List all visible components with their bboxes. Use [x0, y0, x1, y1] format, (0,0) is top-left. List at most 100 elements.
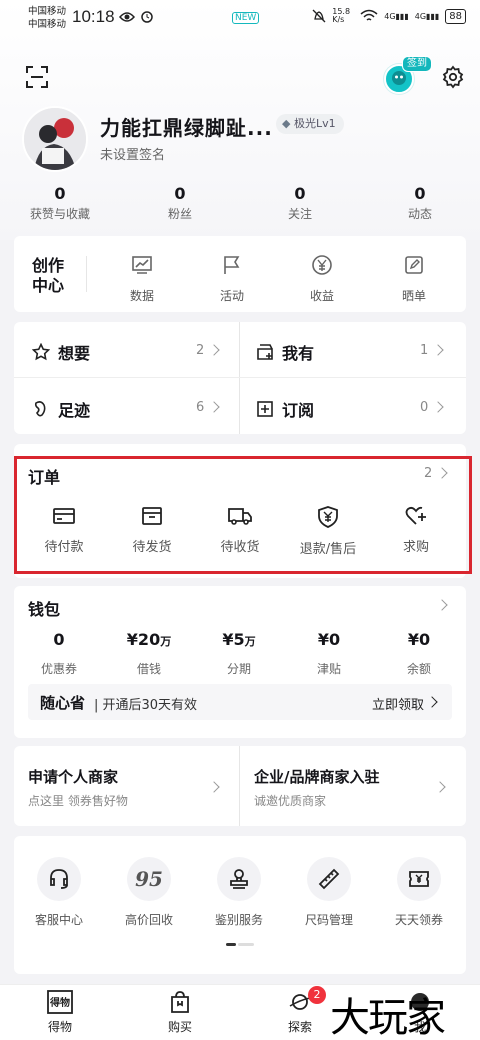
- service-icon-wrap: [37, 857, 81, 901]
- have-item[interactable]: 我有: [256, 340, 314, 364]
- signature[interactable]: 未设置签名: [100, 144, 165, 163]
- footprint-item[interactable]: 足迹: [32, 397, 90, 421]
- tab-label: 得物: [47, 1020, 72, 1034]
- service-daily-coupons[interactable]: 天天领券: [384, 857, 454, 928]
- level-label: 极光Lv1: [293, 117, 336, 130]
- new-tag: NEW: [232, 12, 260, 24]
- service-label: 鉴别服务: [214, 913, 263, 927]
- service-recycle[interactable]: 95 高价回收: [114, 857, 184, 928]
- wallet-label: 余额: [406, 662, 431, 676]
- want-item[interactable]: 想要: [32, 340, 90, 364]
- wallet-unit: 万: [160, 635, 172, 648]
- stat-value: 0: [294, 184, 306, 203]
- creator-center-title[interactable]: 创作 中心: [32, 256, 64, 296]
- wallet-value: ¥20万: [114, 630, 184, 652]
- wallet-amount: ¥0: [317, 630, 341, 649]
- wallet-coupons[interactable]: 0 优惠券: [24, 630, 94, 677]
- footprint-label: 足迹: [58, 401, 91, 420]
- carrier-names: 中国移动 中国移动: [28, 5, 66, 31]
- service-icon-wrap: [307, 857, 351, 901]
- scan-icon[interactable]: [26, 66, 48, 88]
- tab-buy[interactable]: 购买: [150, 990, 210, 1035]
- stat-value: 0: [174, 184, 186, 203]
- headset-icon: [50, 869, 68, 889]
- personal-merchant-title[interactable]: 申请个人商家: [28, 766, 118, 787]
- plus-square-icon: [257, 401, 273, 417]
- service-icon-wrap: 95: [127, 857, 171, 901]
- wallet-allowance[interactable]: ¥0 津贴: [294, 630, 364, 677]
- subscribe-count: 0: [420, 400, 429, 415]
- level-badge[interactable]: ◆ 极光Lv1: [276, 114, 344, 134]
- flag-icon: [224, 256, 240, 274]
- status-icons: 15.8 K/s 4G▮▮▮ 4G▮▮▮ 88: [312, 8, 466, 24]
- watermark: 大玩家: [330, 995, 446, 1040]
- divider: [86, 256, 87, 292]
- box-plus-icon: [257, 344, 273, 360]
- wallet-amount: ¥20: [126, 630, 161, 649]
- service-customer-center[interactable]: 客服中心: [24, 857, 94, 928]
- subscribe-label: 订阅: [282, 401, 315, 420]
- footprint-count: 6: [196, 400, 205, 415]
- net-speed: 15.8 K/s: [332, 7, 351, 24]
- gear-icon[interactable]: [441, 65, 465, 89]
- carrier-2: 中国移动: [28, 19, 67, 30]
- wallet-title[interactable]: 钱包: [28, 596, 60, 620]
- have-count: 1: [420, 343, 429, 358]
- stamp-icon: [230, 869, 248, 889]
- promo-text: | 开通后30天有效: [94, 698, 198, 713]
- diamond-icon: ◆: [282, 117, 294, 130]
- stat-following[interactable]: 0 关注: [240, 184, 360, 224]
- stat-likes[interactable]: 0 获赞与收藏: [0, 184, 120, 224]
- avatar[interactable]: [22, 106, 88, 172]
- creator-item-label: 数据: [129, 289, 154, 303]
- svg-text:得物: 得物: [49, 996, 70, 1009]
- wallet-installment[interactable]: ¥5万 分期: [204, 630, 274, 677]
- creator-item-earnings[interactable]: 收益: [292, 250, 352, 304]
- signal-2: 4G▮▮▮: [414, 11, 440, 21]
- tab-label: 购买: [167, 1020, 192, 1034]
- wallet-loan[interactable]: ¥20万借钱: [114, 630, 184, 677]
- tab-label: 探索: [287, 1020, 312, 1034]
- wallet-label: 借钱: [136, 662, 161, 676]
- brand-merchant-title[interactable]: 企业/品牌商家入驻: [254, 766, 379, 787]
- service-label: 天天领券: [394, 913, 443, 927]
- personal-merchant-subtitle[interactable]: 点这里 领券售好物: [28, 792, 128, 809]
- signin-badge[interactable]: 签到: [402, 56, 432, 72]
- nickname[interactable]: 力能扛鼎绿脚趾...: [100, 112, 273, 141]
- service-label: 客服中心: [34, 913, 83, 927]
- star-icon: [32, 343, 50, 361]
- stat-fans[interactable]: 0 粉丝: [120, 184, 240, 224]
- chevron-right-icon: [426, 696, 438, 708]
- signal-2-label: 4G: [414, 11, 427, 21]
- highlight-box: [14, 456, 472, 574]
- signal-1: 4G▮▮▮: [384, 11, 409, 21]
- divider: [239, 746, 240, 826]
- stat-posts[interactable]: 0 动态: [360, 184, 480, 224]
- wallet-amount: 0: [53, 630, 65, 649]
- service-authentication[interactable]: 鉴别服务: [204, 857, 274, 928]
- stat-label: 获赞与收藏: [29, 207, 90, 221]
- wallet-amount: ¥5: [222, 630, 245, 649]
- avatar-image: [24, 108, 86, 170]
- creator-item-activity[interactable]: 活动: [202, 250, 262, 304]
- creator-title-line1: 创作: [32, 256, 65, 275]
- stat-label: 动态: [407, 207, 432, 221]
- wallet-amount: ¥0: [407, 630, 431, 649]
- stat-value: 0: [54, 184, 66, 203]
- creator-item-data[interactable]: 数据: [112, 250, 172, 304]
- wallet-balance[interactable]: ¥0 余额: [384, 630, 454, 677]
- promo-banner[interactable]: 随心省 | 开通后30天有效 立即领取: [28, 684, 452, 720]
- creator-item-showcase[interactable]: 晒单: [384, 250, 444, 304]
- service-label: 尺码管理: [304, 913, 353, 927]
- wallet-value: ¥0: [384, 630, 454, 652]
- stats-row: 0 获赞与收藏 0 粉丝 0 关注 0 动态: [0, 184, 480, 224]
- tab-dewu[interactable]: 得物 得物: [30, 990, 90, 1035]
- service-size-management[interactable]: 尺码管理: [294, 857, 364, 928]
- promo-link[interactable]: 立即领取: [372, 694, 424, 713]
- want-label: 想要: [58, 344, 91, 363]
- brand-merchant-subtitle[interactable]: 诚邀优质商家: [254, 792, 326, 809]
- battery-icon: 88: [445, 8, 466, 24]
- stat-value: 0: [414, 184, 426, 203]
- subscribe-item[interactable]: 订阅: [256, 397, 314, 421]
- creator-center-card: 创作 中心 数据 活动 收益 晒单: [14, 236, 466, 312]
